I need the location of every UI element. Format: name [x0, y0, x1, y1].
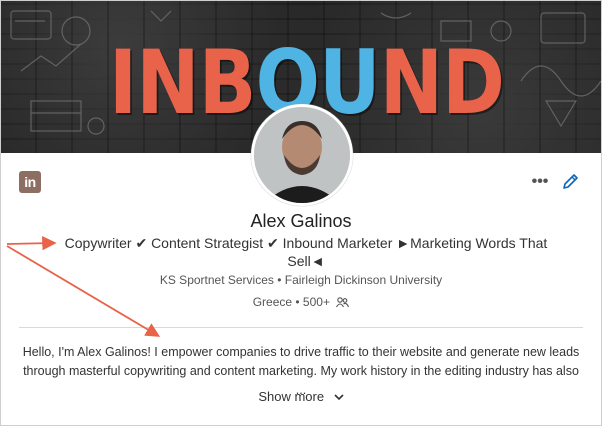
banner-letter: I	[109, 31, 137, 134]
people-icon	[336, 297, 350, 308]
chevron-down-icon	[334, 394, 344, 401]
profile-company-school[interactable]: KS Sportnet Services • Fairleigh Dickins…	[1, 273, 601, 287]
avatar-portrait	[254, 107, 350, 203]
arrow-to-headline	[6, 236, 57, 251]
banner-letter: B	[198, 31, 257, 134]
linkedin-icon[interactable]: in	[19, 171, 41, 193]
profile-headline: Copywriter ✔ Content Strategist ✔ Inboun…	[64, 235, 548, 269]
profile-name: Alex Galinos	[250, 211, 352, 231]
banner-letter: D	[442, 31, 505, 134]
more-options-icon[interactable]: •••	[529, 173, 551, 191]
banner-letter: N	[379, 31, 443, 134]
banner-letter: N	[136, 31, 199, 134]
location-connections-text: Greece • 500+	[252, 295, 330, 309]
profile-avatar[interactable]	[251, 104, 353, 206]
show-more-button[interactable]: Show more	[1, 389, 601, 404]
show-more-label: Show more	[258, 389, 325, 404]
profile-card: I N B O U N D in ••• Alex Galinos Copywr…	[0, 0, 602, 426]
section-divider	[19, 327, 583, 328]
pencil-icon[interactable]	[561, 171, 581, 191]
profile-location-connections: Greece • 500+	[1, 295, 601, 309]
